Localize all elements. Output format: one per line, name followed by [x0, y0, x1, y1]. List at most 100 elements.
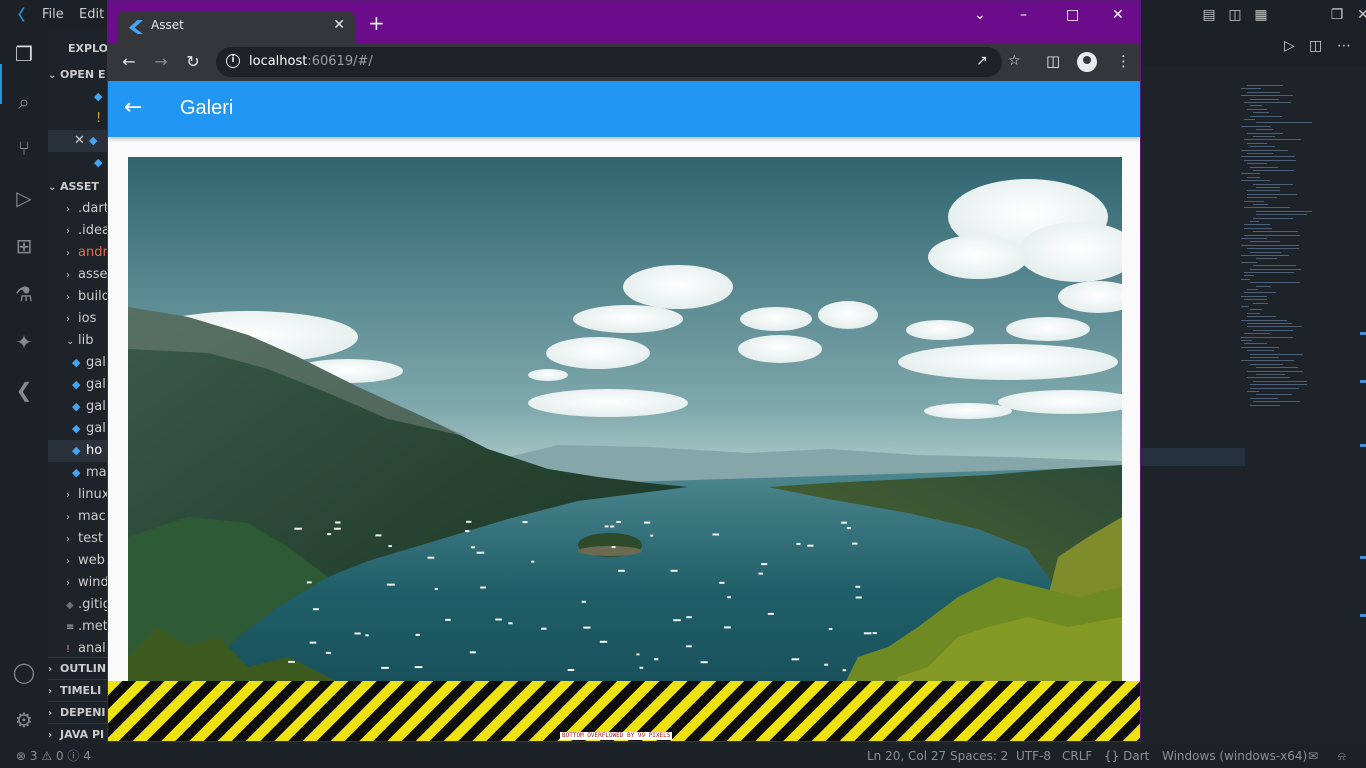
tree-item[interactable]: ◆ gal: [72, 374, 108, 396]
tree-item[interactable]: › mac: [66, 506, 108, 528]
reload-button[interactable]: ↻: [183, 52, 203, 71]
minimap-line: [1241, 125, 1272, 127]
toggle-sidebar-icon[interactable]: ◫: [1222, 7, 1248, 23]
browser-tab[interactable]: Asset ✕: [117, 11, 355, 43]
current-line-highlight: [1141, 448, 1245, 466]
more-actions-icon[interactable]: ⋯: [1337, 38, 1351, 54]
chevron-right-icon: ›: [48, 664, 53, 675]
tree-item[interactable]: › ios: [66, 308, 108, 330]
boat: [724, 626, 731, 629]
restore-button[interactable]: ❐: [1314, 7, 1344, 23]
feedback-icon[interactable]: ✉: [1308, 744, 1318, 768]
tree-item[interactable]: ◆ gal: [72, 396, 108, 418]
tree-item[interactable]: ⌄ lib: [66, 330, 108, 352]
profile-avatar-icon[interactable]: [1077, 52, 1097, 72]
open-editor-item[interactable]: ◆: [94, 86, 108, 108]
indentation[interactable]: Spaces: 2: [950, 744, 1008, 768]
java-projects-section[interactable]: › JAVA PI: [48, 723, 108, 744]
side-panel-icon[interactable]: ◫: [1046, 52, 1060, 70]
close-button[interactable]: ✕: [1340, 7, 1366, 23]
open-editors-section[interactable]: ⌄ OPEN E: [48, 64, 108, 86]
tree-item[interactable]: ≡ .met: [66, 616, 108, 638]
run-debug-icon[interactable]: ▷: [12, 186, 36, 210]
extensions-icon[interactable]: ⊞: [12, 234, 36, 258]
chrome-menu-icon[interactable]: ⋮: [1116, 52, 1131, 70]
boat: [639, 666, 644, 669]
timeline-section[interactable]: › TIMELI: [48, 679, 108, 701]
tree-item[interactable]: ◆ gal: [72, 352, 108, 374]
boat: [334, 527, 341, 530]
browser-toolbar: ← → ↻ i localhost:60619/#/ ↗ ☆ ◫ ⋮: [108, 43, 1140, 81]
tree-item-label: gal: [86, 421, 106, 436]
tree-item[interactable]: › test: [66, 528, 108, 550]
toggle-panel-icon[interactable]: ▤: [1196, 7, 1222, 23]
back-arrow-icon[interactable]: ←: [124, 95, 142, 121]
warning-icon: ⚠: [41, 749, 53, 763]
language-mode[interactable]: {} Dart: [1104, 744, 1149, 768]
dart-file-icon: ◆: [89, 134, 98, 147]
chevron-right-icon: ›: [48, 708, 53, 719]
minimize-button[interactable]: –: [1020, 7, 1027, 23]
maximize-button[interactable]: □: [1066, 7, 1079, 23]
minimap[interactable]: [1237, 85, 1337, 415]
bookmark-star-icon[interactable]: ☆: [1008, 53, 1021, 69]
tree-item-selected[interactable]: ◆ ho: [48, 440, 108, 462]
site-info-icon[interactable]: i: [226, 54, 240, 68]
tree-item[interactable]: ◆ .gitig: [66, 594, 108, 616]
menu-file[interactable]: File: [42, 7, 64, 22]
tree-item[interactable]: › .dart: [66, 198, 108, 220]
open-editor-item-active[interactable]: ✕ ◆: [48, 130, 108, 152]
new-tab-button[interactable]: +: [368, 13, 385, 33]
customize-layout-icon[interactable]: ▦: [1248, 7, 1274, 23]
python-icon[interactable]: ✦: [12, 330, 36, 354]
tree-item[interactable]: › wind: [66, 572, 108, 594]
back-button[interactable]: ←: [119, 52, 139, 71]
section-label: TIMELI: [60, 684, 102, 697]
cursor-position[interactable]: Ln 20, Col 27: [867, 744, 946, 768]
tree-item[interactable]: › linux: [66, 484, 108, 506]
project-section[interactable]: ⌄ ASSET: [48, 176, 108, 198]
section-label: JAVA PI: [60, 728, 105, 741]
minimap-line: [1241, 156, 1296, 158]
tree-item[interactable]: ◆ ma: [72, 462, 108, 484]
run-icon[interactable]: ▷: [1284, 38, 1295, 54]
encoding[interactable]: UTF-8: [1016, 744, 1051, 768]
vscode-logo-icon: 〈: [10, 6, 26, 24]
tree-item[interactable]: › asse: [66, 264, 108, 286]
search-icon[interactable]: ⌕: [12, 90, 36, 114]
tree-item[interactable]: › web: [66, 550, 108, 572]
tree-item[interactable]: ◆ gal: [72, 418, 108, 440]
minimap-line: [1247, 391, 1259, 392]
open-editor-item[interactable]: ◆: [94, 152, 108, 174]
problems-indicator[interactable]: ⊗ 3 ⚠ 0 ⓘ 4: [16, 744, 91, 768]
tab-search-icon[interactable]: ⌄: [974, 7, 986, 23]
tree-item[interactable]: › .idea: [66, 220, 108, 242]
outline-section[interactable]: › OUTLIN: [48, 657, 108, 679]
chevron-right-icon: ›: [66, 292, 70, 303]
split-editor-icon[interactable]: ◫: [1309, 38, 1322, 54]
line-ending[interactable]: CRLF: [1062, 744, 1092, 768]
source-control-icon[interactable]: ⑂: [12, 136, 36, 160]
notifications-icon[interactable]: ⍾: [1338, 744, 1346, 768]
tree-item[interactable]: › build: [66, 286, 108, 308]
flutter-icon[interactable]: ❮: [12, 378, 36, 402]
address-bar[interactable]: i localhost:60619/#/ ↗ ☆: [216, 47, 1021, 77]
dependencies-section[interactable]: › DEPENI: [48, 701, 108, 723]
accounts-icon[interactable]: ◯: [12, 660, 36, 684]
close-icon[interactable]: ✕: [74, 133, 85, 148]
chevron-right-icon: ›: [66, 556, 70, 567]
tree-item[interactable]: › andr: [66, 242, 108, 264]
chevron-right-icon: ›: [66, 534, 70, 545]
close-tab-icon[interactable]: ✕: [333, 17, 345, 33]
testing-icon[interactable]: ⚗: [12, 282, 36, 306]
explorer-icon[interactable]: ❐: [12, 42, 36, 66]
menu-edit[interactable]: Edit: [79, 7, 104, 22]
minimap-line: [1241, 336, 1294, 338]
flutter-device[interactable]: Windows (windows-x64): [1162, 744, 1307, 768]
text-file-icon: ≡: [66, 622, 75, 633]
forward-button[interactable]: →: [151, 52, 171, 71]
tree-item-label: lib: [78, 333, 94, 348]
share-icon[interactable]: ↗: [976, 53, 988, 69]
settings-gear-icon[interactable]: ⚙: [12, 708, 36, 732]
close-window-button[interactable]: ✕: [1112, 7, 1124, 23]
